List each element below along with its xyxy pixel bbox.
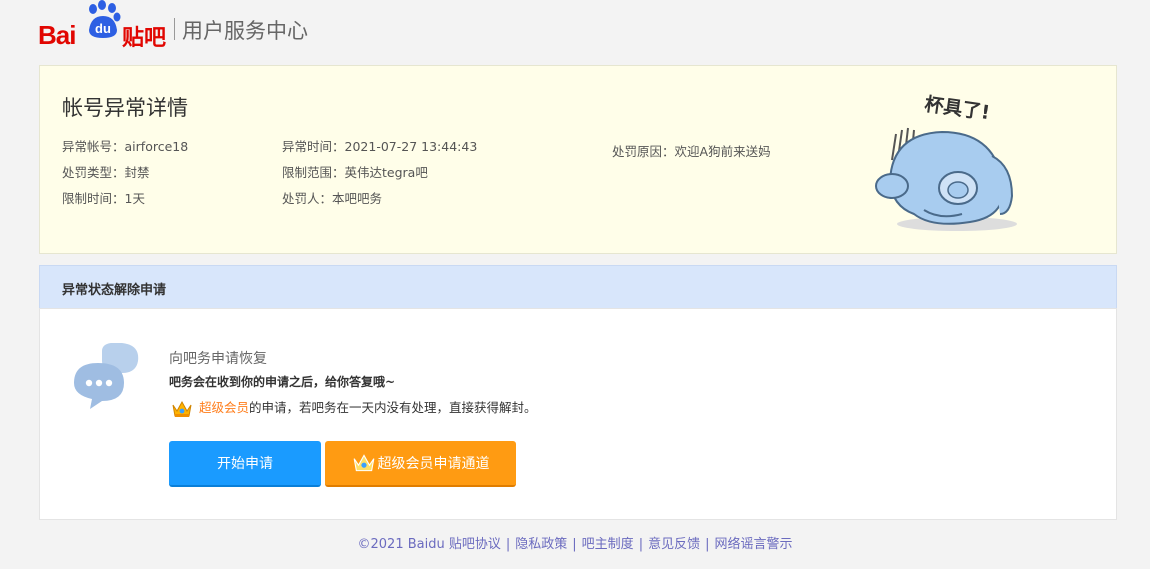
crown-icon [353,454,374,472]
logo-du-text: du [95,21,111,36]
account-exception-panel: 帐号异常详情 异常帐号：airforce18 异常时间：2021-07-27 1… [39,65,1117,254]
field-label: 限制时间： [62,191,125,206]
field-scope: 限制范围：英伟达tegra吧 [282,162,428,181]
field-value: airforce18 [124,139,189,154]
illustration-caption: 杯具了! [923,92,991,124]
start-appeal-label: 开始申请 [217,456,273,472]
page-title: 用户服务中心 [182,19,308,43]
field-label: 处罚原因： [612,144,675,159]
field-account: 异常帐号：airforce18 [62,136,188,155]
logo-bai-text: Bai [38,20,76,50]
appeal-title: 向吧务申请恢复 [169,351,267,367]
sad-mascot-illustration: 杯具了! [875,92,1017,231]
appeal-subtitle: 吧务会在收到你的申请之后，给你答复哦~ [169,375,396,389]
footer-link-privacy[interactable]: 隐私政策 [515,537,567,552]
vip-note-text: 的申请，若吧务在一天内没有处理，直接获得解封。 [249,400,537,415]
footer-separator: | [505,537,511,552]
footer-separator: | [572,537,577,552]
field-operator: 处罚人：本吧吧务 [282,188,382,207]
logo-tieba-text: 贴吧 [122,26,167,51]
footer-link-rumor-warning[interactable]: 网络谣言警示 [714,537,792,552]
field-value: 1天 [124,191,145,206]
vip-appeal-label: 超级会员申请通道 [377,456,490,472]
field-time: 异常时间：2021-07-27 13:44:43 [282,136,477,155]
field-label: 异常帐号： [62,139,125,154]
field-value: 2021-07-27 13:44:43 [344,139,478,154]
vip-appeal-button[interactable]: 超级会员申请通道 [325,441,516,487]
vip-member-link[interactable]: 超级会员 [199,400,249,415]
header-divider [174,18,175,40]
baidu-tieba-logo[interactable]: Bai du 贴吧 [38,0,170,51]
field-label: 异常时间： [282,139,345,154]
field-label: 限制范围： [282,165,345,180]
footer-link-bazhu-rules[interactable]: 吧主制度 [582,537,634,552]
chat-bubbles-icon [74,343,139,409]
field-value: 本吧吧务 [332,191,383,206]
copyright-text: ©2021 Baidu [357,537,445,552]
field-value: 欢迎A狗前来送妈 [674,144,771,159]
paw-icon: du [89,0,121,38]
footer-separator: | [638,537,644,552]
field-penalty-type: 处罚类型：封禁 [62,162,150,181]
field-value: 英伟达tegra吧 [344,165,428,180]
field-label: 处罚人： [282,191,333,206]
footer-separator: | [705,537,710,552]
page-header: Bai du 贴吧 用户服务中心 [38,0,438,51]
field-label: 处罚类型： [62,165,125,180]
appeal-section: 向吧务申请恢复 吧务会在收到你的申请之后，给你答复哦~ 超级会员的申请，若吧务在… [39,308,1117,520]
field-reason: 处罚原因：欢迎A狗前来送妈 [612,141,771,160]
field-duration: 限制时间：1天 [62,188,145,207]
page-footer: ©2021 Baidu 贴吧协议 | 隐私政策 | 吧主制度 | 意见反馈 | 网络谣言警示 [0,533,1150,552]
detail-title: 帐号异常详情 [62,96,188,120]
footer-link-feedback[interactable]: 意见反馈 [648,537,700,552]
vip-note: 超级会员的申请，若吧务在一天内没有处理，直接获得解封。 [171,397,537,419]
footer-link-agreement[interactable]: 贴吧协议 [449,537,501,552]
crown-icon [172,400,192,417]
appeal-section-header: 异常状态解除申请 [39,265,1117,308]
field-value: 封禁 [124,165,150,180]
appeal-section-title: 异常状态解除申请 [62,283,167,298]
start-appeal-button[interactable]: 开始申请 [169,441,321,487]
